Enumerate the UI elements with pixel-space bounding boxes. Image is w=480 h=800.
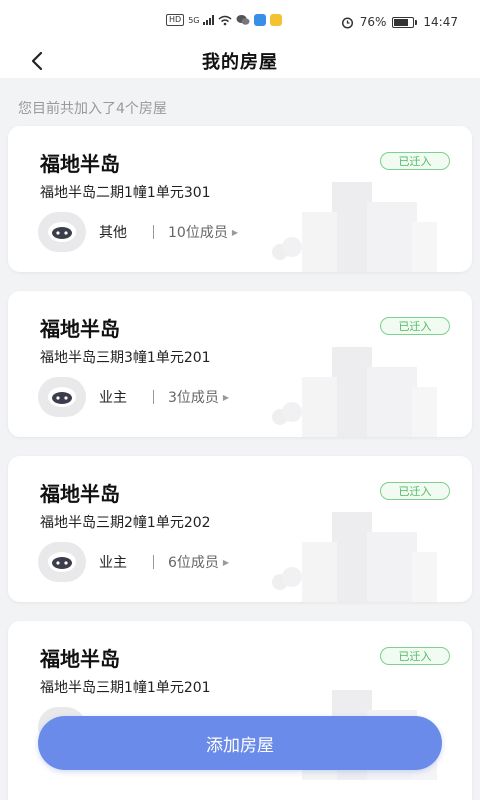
mail-notification-icon bbox=[270, 14, 283, 26]
triangle-right-icon: ▶ bbox=[231, 227, 238, 237]
house-address: 福地半岛三期2幢1单元202 bbox=[40, 515, 211, 531]
role-label: 其他 bbox=[99, 225, 127, 241]
back-arrow-icon bbox=[31, 51, 43, 71]
house-address: 福地半岛三期1幢1单元201 bbox=[40, 680, 211, 696]
building-illustration bbox=[272, 182, 437, 272]
back-button[interactable] bbox=[24, 48, 50, 74]
members-link[interactable]: 10位成员 ▶ bbox=[168, 222, 238, 242]
house-address: 福地半岛三期3幢1单元201 bbox=[40, 350, 211, 366]
house-card[interactable]: 福地半岛 已迁入 福地半岛三期1幢1单元201 bbox=[8, 621, 472, 800]
status-badge: 已迁入 bbox=[380, 317, 450, 335]
add-house-button[interactable]: 添加房屋 bbox=[38, 716, 442, 770]
members-count: 6位成员 bbox=[168, 555, 219, 571]
role-label: 业主 bbox=[99, 555, 127, 571]
alarm-icon bbox=[341, 16, 353, 29]
wechat-icon bbox=[236, 15, 250, 25]
divider bbox=[153, 225, 154, 239]
house-name: 福地半岛 bbox=[40, 482, 120, 506]
signal-icon bbox=[203, 15, 215, 25]
status-bar: HD 5G 76% 14:47 bbox=[0, 0, 480, 44]
status-icons-right: 76% 14:47 bbox=[341, 15, 458, 29]
members-link[interactable]: 6位成员 ▶ bbox=[168, 552, 229, 572]
members-link[interactable]: 3位成员 ▶ bbox=[168, 387, 229, 407]
avatar bbox=[38, 377, 86, 417]
robot-avatar-icon bbox=[48, 387, 76, 407]
wifi-icon bbox=[219, 15, 232, 25]
house-card[interactable]: 福地半岛 已迁入 福地半岛二期1幢1单元301 其他 10位成员 ▶ bbox=[8, 126, 472, 272]
robot-avatar-icon bbox=[48, 552, 76, 572]
members-count: 3位成员 bbox=[168, 390, 219, 406]
avatar bbox=[38, 212, 86, 252]
status-badge: 已迁入 bbox=[380, 152, 450, 170]
divider bbox=[153, 555, 154, 569]
house-name: 福地半岛 bbox=[40, 647, 120, 671]
hd-badge: HD bbox=[166, 14, 185, 26]
network-type: 5G bbox=[188, 15, 200, 25]
house-card[interactable]: 福地半岛 已迁入 福地半岛三期3幢1单元201 业主 3位成员 ▶ bbox=[8, 291, 472, 437]
member-row: 其他 10位成员 ▶ bbox=[38, 212, 238, 252]
house-name: 福地半岛 bbox=[40, 152, 120, 176]
building-illustration bbox=[272, 347, 437, 437]
status-icons-left: HD 5G bbox=[166, 14, 283, 26]
role-label: 业主 bbox=[99, 390, 127, 406]
house-name: 福地半岛 bbox=[40, 317, 120, 341]
battery-icon bbox=[392, 16, 418, 28]
status-badge: 已迁入 bbox=[380, 482, 450, 500]
clock: 14:47 bbox=[423, 15, 458, 29]
triangle-right-icon: ▶ bbox=[222, 392, 230, 402]
house-address: 福地半岛二期1幢1单元301 bbox=[40, 185, 211, 201]
building-illustration bbox=[272, 512, 437, 602]
header: 我的房屋 bbox=[0, 44, 480, 78]
page-title: 我的房屋 bbox=[202, 52, 278, 73]
house-card[interactable]: 福地半岛 已迁入 福地半岛三期2幢1单元202 业主 6位成员 ▶ bbox=[8, 456, 472, 602]
divider bbox=[153, 390, 154, 404]
status-badge: 已迁入 bbox=[380, 647, 450, 665]
robot-avatar-icon bbox=[48, 222, 76, 242]
battery-percent: 76% bbox=[359, 15, 387, 29]
house-count-summary: 您目前共加入了4个房屋 bbox=[18, 101, 167, 117]
member-row: 业主 3位成员 ▶ bbox=[38, 377, 229, 417]
member-row: 业主 6位成员 ▶ bbox=[38, 542, 229, 582]
members-count: 10位成员 bbox=[168, 225, 228, 241]
triangle-right-icon: ▶ bbox=[222, 557, 230, 567]
avatar bbox=[38, 542, 86, 582]
app-notification-icon bbox=[254, 14, 267, 26]
